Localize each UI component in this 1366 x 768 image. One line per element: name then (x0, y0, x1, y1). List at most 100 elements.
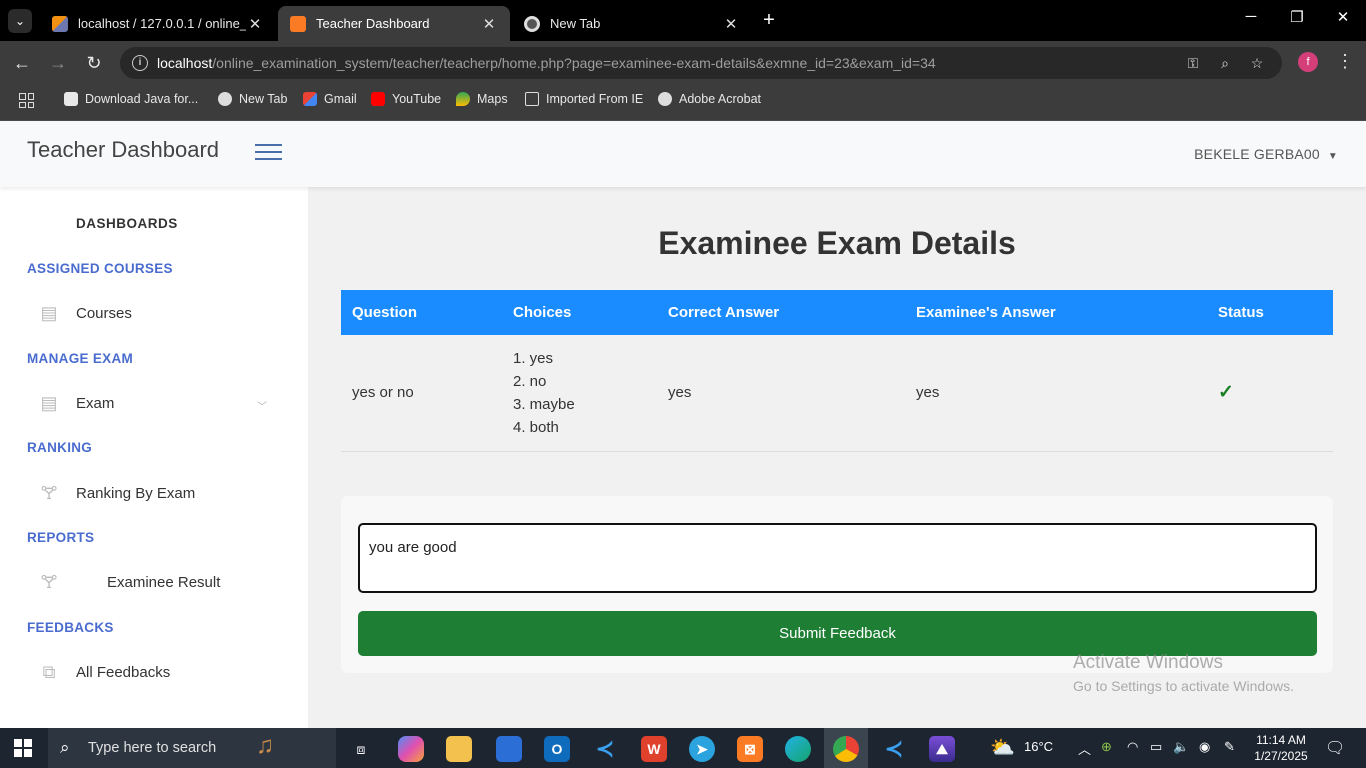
table-header-row: Question Choices Correct Answer Examinee… (341, 290, 1333, 335)
taskbar-search-box[interactable]: ⌕ Type here to search ♫ (48, 728, 336, 768)
choice-item: 3. maybe (513, 395, 575, 413)
copilot-icon[interactable] (398, 736, 424, 762)
windows-start-icon[interactable] (14, 739, 32, 757)
sidebar: DASHBOARDS ASSIGNED COURSES ▤ Courses MAN… (0, 187, 308, 728)
apps-icon[interactable] (19, 93, 34, 108)
watermark-subtitle: Go to Settings to activate Windows. (1073, 678, 1294, 694)
vscode-icon[interactable]: ≺ (592, 736, 618, 762)
presentation-icon: ▤ (40, 303, 58, 323)
tab-title: New Tab (550, 16, 601, 31)
clock-time: 11:14 AM (1256, 733, 1306, 747)
bookmark-youtube[interactable]: YouTube (371, 92, 441, 106)
gmail-icon (303, 92, 317, 106)
minimize-button[interactable]: ─ (1228, 8, 1274, 25)
tab-teacher-dashboard[interactable]: Teacher Dashboard ✕ (278, 6, 510, 41)
search-placeholder: Type here to search (88, 740, 217, 756)
site-info-icon[interactable]: i (132, 55, 148, 71)
close-icon[interactable]: ✕ (480, 15, 498, 33)
sidebar-item-courses[interactable]: ▤ Courses (38, 303, 131, 323)
bookmark-new-tab[interactable]: New Tab (218, 92, 287, 106)
microsoft-store-icon[interactable] (496, 736, 522, 762)
close-icon[interactable]: ✕ (722, 15, 740, 33)
photos-icon[interactable]: ⛰ (929, 736, 955, 762)
sidebar-item-all-feedbacks[interactable]: ⧉ All Feedbacks (38, 662, 171, 682)
wps-office-icon[interactable]: W (641, 736, 667, 762)
section-ranking: RANKING (27, 440, 93, 455)
activate-windows-watermark: Activate Windows Go to Settings to activ… (1073, 652, 1294, 694)
system-clock[interactable]: 11:14 AM 1/27/2025 (1254, 732, 1308, 764)
address-bar[interactable]: i localhost/online_examination_system/te… (120, 47, 1282, 79)
youtube-icon (371, 92, 385, 106)
submit-feedback-button[interactable]: Submit Feedback (358, 611, 1317, 656)
sidebar-item-ranking-by-exam[interactable]: 🝖 Ranking By Exam (38, 483, 196, 503)
tab-new-tab[interactable]: New Tab ✕ (512, 6, 752, 41)
top-navbar: Teacher Dashboard BEKELE GERBA00 ▼ (0, 121, 1366, 187)
notifications-icon[interactable]: 🗨 (1325, 738, 1345, 758)
user-dropdown[interactable]: BEKELE GERBA00 ▼ (1194, 146, 1338, 162)
outlook-icon[interactable]: O (544, 736, 570, 762)
xampp-icon[interactable]: ⊠ (737, 736, 763, 762)
bookmark-adobe[interactable]: Adobe Acrobat (658, 92, 761, 106)
hamburger-menu-icon[interactable] (255, 144, 282, 160)
bookmark-maps[interactable]: Maps (456, 92, 508, 106)
sidebar-item-examinee-result[interactable]: 🝖 Examinee Result (38, 572, 221, 592)
wifi-icon[interactable]: ◠ (1127, 739, 1138, 755)
forward-button[interactable]: → (46, 51, 70, 75)
feedback-textarea[interactable]: you are good (358, 523, 1317, 593)
back-button[interactable]: ← (10, 51, 34, 75)
status-cell: ✓ (1207, 335, 1333, 452)
checkmark-icon: ✓ (1218, 382, 1234, 404)
sidebar-item-exam[interactable]: ▤ Exam (38, 393, 114, 413)
section-reports: REPORTS (27, 530, 95, 545)
reload-button[interactable]: ↻ (82, 51, 106, 75)
search-icon: ⌕ (60, 738, 70, 757)
close-window-button[interactable]: ✕ (1320, 8, 1366, 26)
bookmark-folder-imported[interactable]: Imported From IE (525, 92, 643, 106)
bookmark-java[interactable]: Download Java for... (64, 92, 198, 106)
profile-avatar[interactable]: f (1298, 52, 1318, 72)
plus-circle-icon[interactable]: ⊕ (1101, 739, 1112, 755)
restore-button[interactable]: ❐ (1274, 8, 1320, 26)
column-header: Correct Answer (657, 290, 905, 335)
weather-icon[interactable]: ⛅ (990, 735, 1015, 760)
new-tab-button[interactable]: + (758, 9, 780, 31)
brand-title[interactable]: Teacher Dashboard (27, 137, 219, 163)
browser-menu-icon[interactable]: ⋮ (1336, 51, 1354, 72)
bookmark-gmail[interactable]: Gmail (303, 92, 357, 106)
bookmark-star-icon[interactable]: ☆ (1248, 54, 1266, 72)
choice-item: 1. yes (513, 349, 554, 367)
section-assigned-courses: ASSIGNED COURSES (27, 261, 173, 276)
chrome-icon[interactable] (833, 736, 859, 762)
zoom-icon[interactable]: ⌕ (1216, 54, 1234, 72)
xampp-icon (290, 15, 306, 32)
camera-icon[interactable]: ◉ (1199, 739, 1210, 755)
battery-icon[interactable]: ▭ (1150, 739, 1162, 755)
question-cell: yes or no (341, 335, 502, 452)
chevron-up-icon[interactable]: ︿ (1078, 739, 1091, 758)
tab-phpmyadmin[interactable]: localhost / 127.0.0.1 / online_ex ✕ (40, 6, 276, 41)
url-text[interactable]: localhost/online_examination_system/teac… (157, 55, 936, 71)
choice-item: 2. no (513, 372, 547, 390)
chevron-down-icon: ▼ (1327, 151, 1338, 162)
edge-icon[interactable] (785, 736, 811, 762)
java-icon (64, 92, 78, 106)
task-view-icon[interactable]: ⧈ (348, 736, 374, 762)
vscode-icon[interactable]: ≺ (881, 736, 907, 762)
presentation-icon: ▤ (40, 393, 58, 413)
key-icon[interactable]: ⚿ (1184, 54, 1202, 72)
file-explorer-icon[interactable] (446, 736, 472, 762)
chrome-icon (524, 15, 540, 32)
page-title: Examinee Exam Details (658, 225, 1016, 261)
trophy-icon: 🝖 (40, 572, 58, 592)
chevron-down-icon[interactable]: ﹀ (257, 398, 267, 413)
volume-icon[interactable]: 🔈 (1173, 739, 1189, 755)
tab-search-button[interactable]: ⌄ (8, 9, 32, 33)
telegram-icon[interactable]: ➤ (689, 736, 715, 762)
column-header: Choices (502, 290, 657, 335)
section-feedbacks: FEEDBACKS (27, 620, 114, 635)
weather-temperature[interactable]: 16°C (1024, 739, 1053, 754)
pen-icon[interactable]: ✎ (1224, 739, 1235, 755)
close-icon[interactable]: ✕ (246, 15, 264, 33)
phpmyadmin-icon (52, 15, 68, 32)
correct-answer-cell: yes (657, 335, 905, 452)
